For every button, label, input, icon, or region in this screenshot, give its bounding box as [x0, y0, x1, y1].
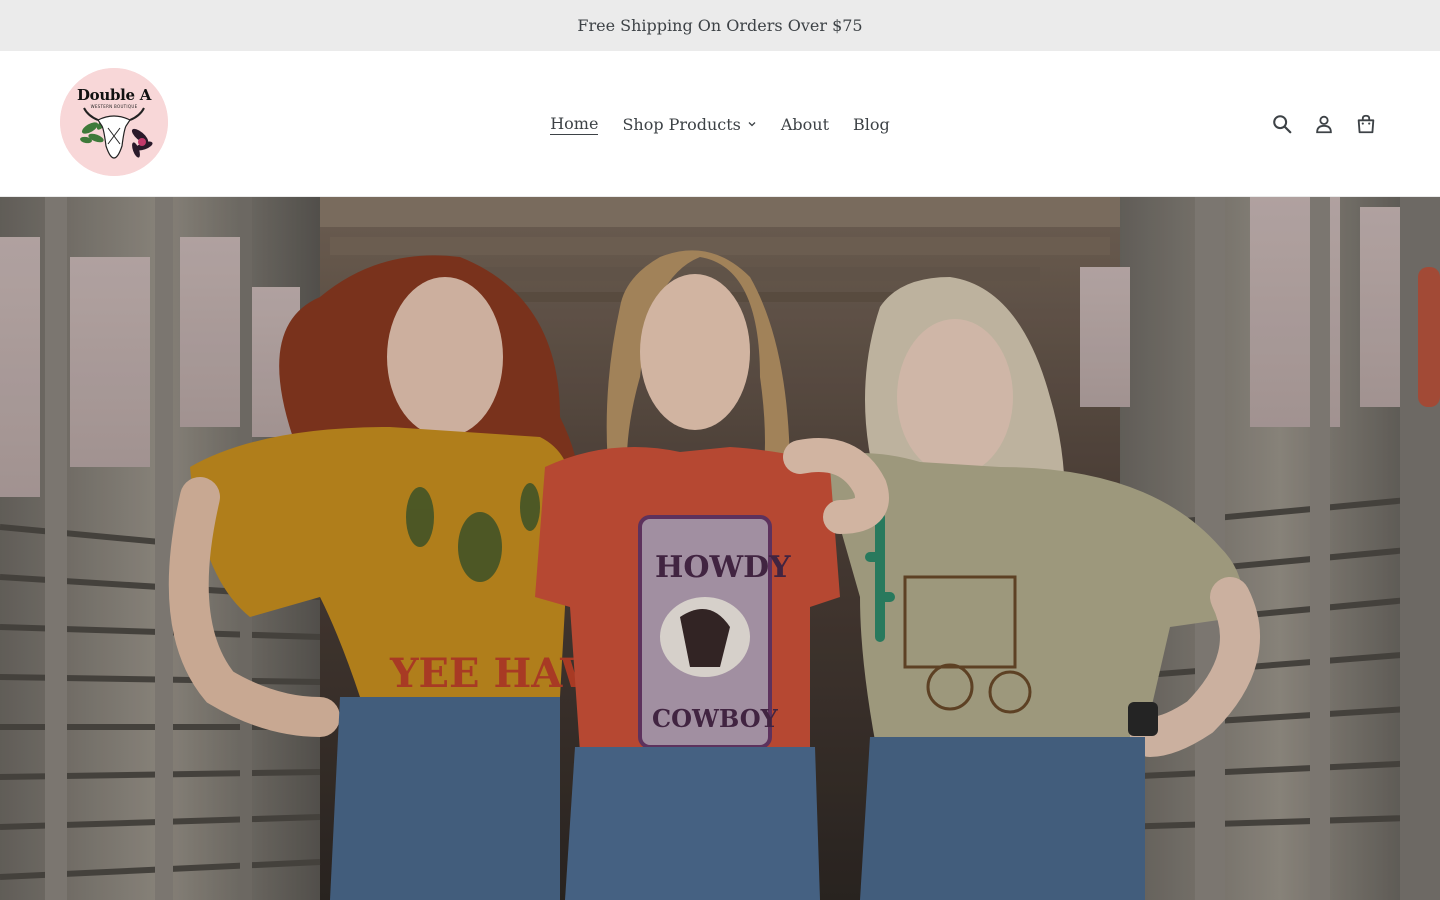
- chevron-down-icon: [748, 122, 756, 127]
- account-button[interactable]: [1312, 112, 1336, 136]
- nav-item-home[interactable]: Home: [550, 110, 599, 139]
- main-nav: Home Shop Products About Blog: [0, 51, 1440, 197]
- hero-banner: YEE HAW HOWDY COWBOY: [0, 197, 1440, 900]
- nav-item-shop-products[interactable]: Shop Products: [622, 111, 756, 138]
- header-icons: [1270, 51, 1378, 197]
- site-header: Double A WESTERN BOUTIQUE Home Shop Prod…: [0, 51, 1440, 197]
- cart-button[interactable]: [1354, 112, 1378, 136]
- logo-subtitle: WESTERN BOUTIQUE: [90, 104, 138, 109]
- nav-item-blog[interactable]: Blog: [853, 111, 890, 138]
- logo-graphic: [60, 68, 168, 176]
- account-icon: [1316, 115, 1332, 134]
- announcement-text: Free Shipping On Orders Over $75: [577, 16, 863, 35]
- nav-item-label: Home: [550, 113, 599, 135]
- nav-item-label: About: [780, 114, 830, 134]
- announcement-bar: Free Shipping On Orders Over $75: [0, 0, 1440, 51]
- logo-title: Double A: [76, 86, 152, 104]
- search-button[interactable]: [1270, 112, 1294, 136]
- search-icon: [1273, 115, 1292, 134]
- cart-icon: [1357, 114, 1375, 134]
- hero-image: YEE HAW HOWDY COWBOY: [0, 197, 1440, 900]
- site-logo[interactable]: Double A WESTERN BOUTIQUE: [60, 68, 168, 176]
- nav-item-label: Shop Products: [622, 114, 741, 134]
- nav-item-label: Blog: [853, 114, 890, 134]
- nav-item-about[interactable]: About: [781, 111, 829, 138]
